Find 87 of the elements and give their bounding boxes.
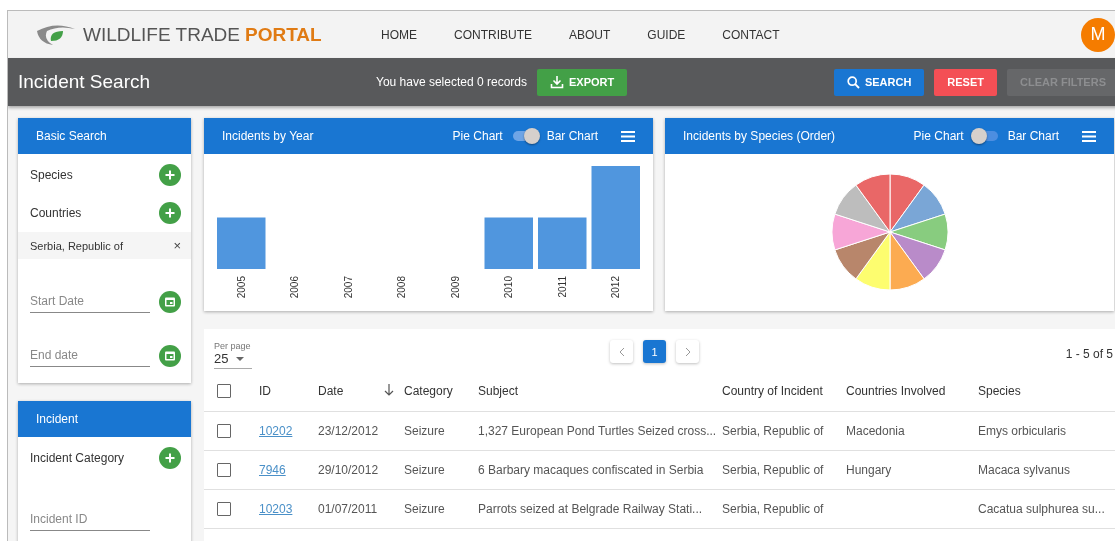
axis-label: 2011 xyxy=(556,276,568,298)
table-cell-text: 01/07/2011 xyxy=(318,502,379,516)
dropdown-caret-icon xyxy=(236,356,245,361)
column-header[interactable]: Country of Incident xyxy=(722,384,846,398)
filter-label: Species xyxy=(30,168,73,182)
axis-label: 2007 xyxy=(342,276,354,299)
page-button[interactable]: 1 xyxy=(643,340,666,363)
nav-link[interactable]: CONTRIBUTE xyxy=(454,27,532,42)
toggle-label: Bar Chart xyxy=(546,129,598,143)
table-cell-text: Seizure xyxy=(404,463,446,477)
chart-type-switch[interactable] xyxy=(512,131,537,141)
incident-id-link[interactable]: 10203 xyxy=(259,502,293,516)
column-header[interactable]: Species xyxy=(978,384,1115,398)
panel-header: Basic Search xyxy=(18,118,191,154)
table-cell-text: 6 Barbary macaques confiscated in Serbia xyxy=(478,463,705,477)
axis-label: 2010 xyxy=(502,276,514,299)
chevron-left-icon xyxy=(618,346,625,357)
nav-link[interactable]: GUIDE xyxy=(647,27,686,42)
add-icon[interactable] xyxy=(159,202,181,224)
table-cell-text: Hungary xyxy=(846,463,893,477)
column-header[interactable]: Date xyxy=(318,384,344,398)
table-cell-text: Seizure xyxy=(404,502,446,516)
toggle-label: Pie Chart xyxy=(452,129,503,143)
nav-link[interactable]: HOME xyxy=(381,27,417,42)
column-header[interactable]: Category xyxy=(404,384,478,398)
axis-label: 2005 xyxy=(235,276,247,299)
axis-label: 2006 xyxy=(288,276,300,299)
table-cell-text: Seizure xyxy=(404,424,446,438)
remove-button[interactable]: × xyxy=(173,238,181,253)
table-cell-text: Emys orbicularis xyxy=(978,424,1068,438)
table-cell-text: 23/12/2012 xyxy=(318,424,380,438)
row-checkbox[interactable] xyxy=(217,384,231,398)
search-button[interactable]: SEARCH xyxy=(833,68,925,96)
table-cell-text: Serbia, Republic of xyxy=(722,463,825,477)
eye-leaf-logo-icon xyxy=(35,22,77,47)
selection-count-text: You have selected 0 records xyxy=(376,75,527,89)
add-icon[interactable] xyxy=(159,447,181,469)
table-cell-text: Serbia, Republic of xyxy=(722,502,825,516)
incident-id-link[interactable]: 10202 xyxy=(259,424,293,438)
filter-label: Incident Category xyxy=(30,451,125,465)
table-cell-text: 29/10/2012 xyxy=(318,463,380,477)
chart-type-switch[interactable] xyxy=(973,131,998,141)
calendar-icon[interactable] xyxy=(159,345,181,367)
selected-filter-value: Serbia, Republic of xyxy=(30,239,123,252)
column-header[interactable]: Subject xyxy=(478,384,722,398)
sort-arrow-icon[interactable] xyxy=(384,384,394,396)
date-field[interactable]: Start Date xyxy=(30,290,150,313)
text-field[interactable]: Incident ID xyxy=(30,508,150,531)
per-page-select[interactable]: 25 xyxy=(214,351,252,366)
nav-link[interactable]: CONTACT xyxy=(722,27,780,42)
chevron-right-icon xyxy=(684,346,691,357)
axis-label: 2008 xyxy=(395,276,407,299)
toggle-label: Pie Chart xyxy=(913,129,964,143)
per-page-label: Per page xyxy=(214,341,252,351)
axis-label: 2009 xyxy=(449,276,461,299)
logo-text: WILDLIFE TRADE PORTAL xyxy=(83,23,322,46)
calendar-icon[interactable] xyxy=(159,291,181,313)
table-cell-text: 1,327 European Pond Turtles Seized cross... xyxy=(478,424,718,438)
panel-header: Incident xyxy=(18,401,191,437)
chart-bar xyxy=(537,217,586,269)
row-checkbox[interactable] xyxy=(217,502,231,516)
table-cell-text: Macaca sylvanus xyxy=(978,463,1072,477)
date-field[interactable]: End date xyxy=(30,344,150,367)
chart-title: Incidents by Species (Order) xyxy=(683,129,837,143)
menu-icon[interactable] xyxy=(1082,130,1096,142)
table-cell-text: Serbia, Republic of xyxy=(722,424,825,438)
menu-icon[interactable] xyxy=(621,130,635,142)
result-range-text: 1 - 5 of 5 xyxy=(1065,347,1113,361)
filter-label: Countries xyxy=(30,206,82,220)
column-header[interactable]: Countries Involved xyxy=(846,384,978,398)
column-header[interactable]: ID xyxy=(259,384,318,398)
page-title: Incident Search xyxy=(18,71,152,93)
add-icon[interactable] xyxy=(159,164,181,186)
chart-bar xyxy=(216,217,265,269)
table-cell-text: Macedonia xyxy=(846,424,906,438)
incident-id-link[interactable]: 7946 xyxy=(259,463,286,477)
row-checkbox[interactable] xyxy=(217,424,231,438)
chart-title: Incidents by Year xyxy=(222,129,315,143)
row-checkbox[interactable] xyxy=(217,463,231,477)
table-cell-text: Parrots seized at Belgrade Railway Stati... xyxy=(478,502,704,516)
table-cell-text: Cacatua sulphurea su... xyxy=(978,502,1106,516)
chart-bar xyxy=(484,217,533,269)
axis-label: 2012 xyxy=(609,276,621,299)
nav-link[interactable]: ABOUT xyxy=(569,27,611,42)
search-icon xyxy=(846,75,860,89)
download-icon xyxy=(550,75,564,89)
toggle-label: Bar Chart xyxy=(1007,129,1059,143)
